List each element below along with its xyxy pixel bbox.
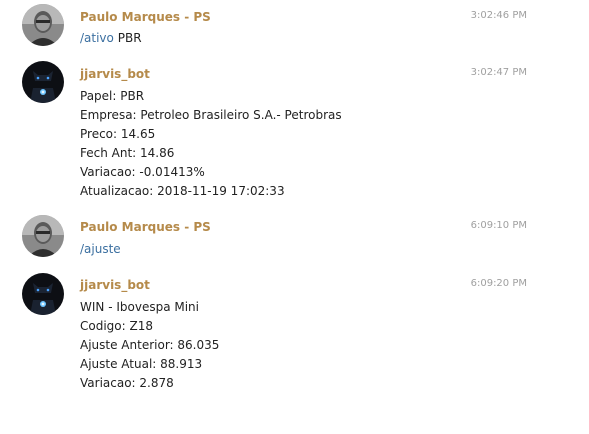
bot-avatar[interactable] [22,61,64,103]
message-line: Papel: PBR [80,89,145,103]
message-time: 6:09:10 PM [470,220,527,231]
message-line: Ajuste Atual: 88.913 [80,357,203,371]
message-text: /ajuste [80,242,121,256]
bot-avatar[interactable] [22,273,64,315]
message-line: Empresa: Petroleo Brasileiro S.A.- Petro… [80,108,342,122]
bot-command-link[interactable]: /ativo [80,31,114,45]
message-line: Preco: 14.65 [80,127,156,141]
message-text: /ativo PBR [80,31,142,45]
message-line: Codigo: Z18 [80,319,153,333]
message-line: Ajuste Anterior: 86.035 [80,338,220,352]
message-time: 3:02:47 PM [470,67,527,78]
sender-name[interactable]: Paulo Marques - PS [80,10,211,24]
command-argument: PBR [117,31,142,45]
message-time: 6:09:20 PM [470,278,527,289]
message-line: Variacao: 2.878 [80,376,174,390]
user-photo-avatar[interactable] [22,4,64,46]
message-line: Atualizacao: 2018-11-19 17:02:33 [80,184,285,198]
sender-name[interactable]: jjarvis_bot [80,278,150,292]
message-line: WIN - Ibovespa Mini [80,300,199,314]
chat-history: Paulo Marques - PS 3:02:46 PM /ativo PBR… [0,0,589,434]
message-line: Fech Ant: 14.86 [80,146,175,160]
sender-name[interactable]: Paulo Marques - PS [80,220,211,234]
user-photo-avatar[interactable] [22,215,64,257]
message-line: Variacao: -0.01413% [80,165,205,179]
sender-name[interactable]: jjarvis_bot [80,67,150,81]
bot-command-link[interactable]: /ajuste [80,242,121,256]
message-time: 3:02:46 PM [470,10,527,21]
